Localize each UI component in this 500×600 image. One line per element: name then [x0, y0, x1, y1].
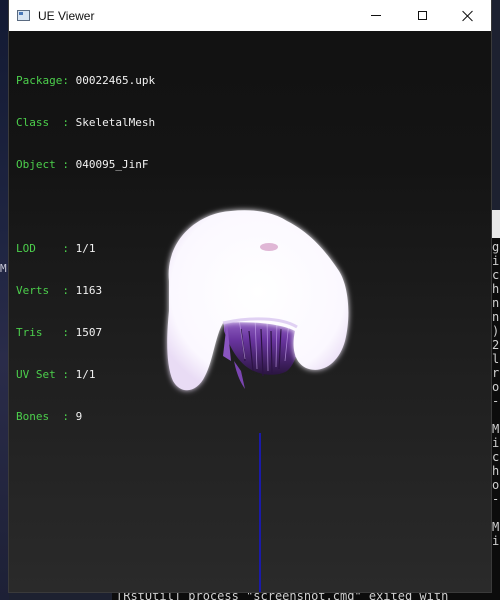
- info-object: Object : 040095_JinF: [16, 158, 155, 172]
- desktop-background: [0, 0, 9, 600]
- info-bones: Bones : 9: [16, 410, 155, 424]
- close-button[interactable]: [445, 0, 491, 31]
- info-class-value: SkeletalMesh: [75, 116, 156, 129]
- info-lod: LOD : 1/1: [16, 242, 155, 256]
- info-verts-label: Verts :: [16, 284, 69, 297]
- info-object-value: 040095_JinF: [75, 158, 149, 171]
- close-icon: [462, 10, 474, 22]
- info-bones-value: 9: [75, 410, 83, 423]
- info-tris: Tris : 1507: [16, 326, 155, 340]
- window-title: UE Viewer: [38, 8, 95, 23]
- info-package-value: 00022465.upk: [75, 74, 156, 87]
- title-bar[interactable]: UE Viewer: [9, 0, 491, 31]
- ue-viewer-window[interactable]: UE Viewer Package: 00022465.upk Class: …: [9, 0, 491, 592]
- console-text: g i c h n n ) 2 l r o - M i c h o - M i: [492, 240, 500, 548]
- info-lod-value: 1/1: [75, 242, 96, 255]
- maximize-button[interactable]: [399, 0, 445, 31]
- info-verts-value: 1163: [75, 284, 103, 297]
- info-object-label: Object :: [16, 158, 69, 171]
- info-tris-label: Tris :: [16, 326, 69, 339]
- info-tris-value: 1507: [75, 326, 103, 339]
- info-class-label: Class :: [16, 116, 69, 129]
- minimize-button[interactable]: [353, 0, 399, 31]
- info-uvset-value: 1/1: [75, 368, 96, 381]
- info-verts: Verts : 1163: [16, 284, 155, 298]
- info-lod-label: LOD :: [16, 242, 69, 255]
- mesh-info-panel: Package: 00022465.upk Class : SkeletalMe…: [16, 46, 155, 452]
- console-scrollbar[interactable]: [491, 210, 500, 238]
- background-console-window[interactable]: g i c h n n ) 2 l r o - M i c h o - M i: [491, 210, 500, 600]
- info-class: Class : SkeletalMesh: [16, 116, 155, 130]
- info-bones-label: Bones :: [16, 410, 69, 423]
- desktop-glyph: M: [0, 262, 7, 275]
- info-uvset: UV Set : 1/1: [16, 368, 155, 382]
- maximize-icon: [417, 11, 427, 20]
- info-uvset-label: UV Set :: [16, 368, 69, 381]
- window-app-icon: [17, 10, 30, 21]
- info-package-label: Package:: [16, 74, 69, 87]
- info-package: Package: 00022465.upk: [16, 74, 155, 88]
- minimize-icon: [371, 15, 381, 16]
